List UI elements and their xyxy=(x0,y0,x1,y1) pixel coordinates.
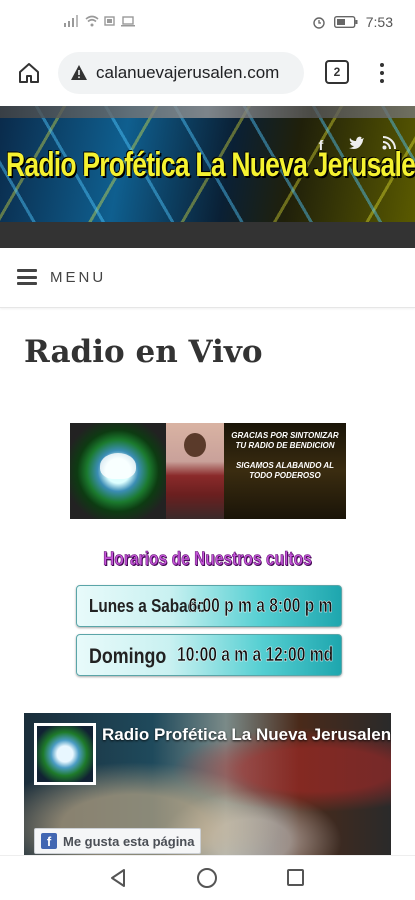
home-button[interactable] xyxy=(14,58,44,88)
facebook-icon: f xyxy=(41,833,57,849)
banner-strip xyxy=(0,106,415,118)
recent-apps-icon[interactable] xyxy=(287,869,304,886)
menu-bar[interactable]: MENU xyxy=(0,248,415,308)
facebook-like-label[interactable]: Me gusta esta página xyxy=(63,834,194,849)
back-icon[interactable] xyxy=(108,868,128,888)
schedule-row: Lunes a Sabado 6:00 p m a 8:00 p m xyxy=(76,585,342,627)
status-time: 7:53 xyxy=(365,14,393,30)
usb-icon xyxy=(104,16,115,26)
more-vert-icon[interactable] xyxy=(372,58,392,88)
home-circle-icon[interactable] xyxy=(197,868,217,888)
hamburger-icon[interactable] xyxy=(17,269,37,285)
facebook-page-avatar[interactable] xyxy=(34,723,96,785)
site-header-banner[interactable]: f Radio Profética La Nueva Jerusalen xyxy=(0,106,415,222)
schedule-title: Horarios de Nuestros cultos xyxy=(103,549,312,571)
battery-icon xyxy=(333,16,358,28)
browser-toolbar: calanuevajerusalen.com 2 xyxy=(0,48,415,100)
schedule-time: 6:00 p m a 8:00 p m xyxy=(189,595,333,618)
schedule-day: Domingo xyxy=(89,645,167,668)
address-bar[interactable]: calanuevajerusalen.com xyxy=(58,52,304,94)
menu-label[interactable]: MENU xyxy=(50,269,106,286)
facebook-like-button[interactable]: f Me gusta esta página xyxy=(34,828,202,854)
radio-promo-image: GRACIAS POR SINTONIZAR TU RADIO DE BENDI… xyxy=(70,423,346,519)
android-nav-bar xyxy=(0,855,415,900)
info-icon[interactable] xyxy=(70,64,88,82)
promo-line-2: SIGAMOS ALABANDO AL TODO PODEROSO xyxy=(235,461,335,480)
url-text[interactable]: calanuevajerusalen.com xyxy=(96,63,279,83)
promo-text: GRACIAS POR SINTONIZAR TU RADIO DE BENDI… xyxy=(224,423,346,519)
tab-switcher-button[interactable]: 2 xyxy=(325,60,349,84)
schedule-time: 10:00 a m a 12:00 md xyxy=(176,644,333,667)
facebook-page-widget[interactable]: Radio Profética La Nueva Jerusalen f Me … xyxy=(24,713,391,855)
wifi-icon xyxy=(85,15,99,27)
status-left xyxy=(64,15,135,27)
home-icon xyxy=(19,63,39,83)
schedule-row: Domingo 10:00 a m a 12:00 md xyxy=(76,634,342,676)
facebook-page-name[interactable]: Radio Profética La Nueva Jerusalen xyxy=(102,725,391,745)
alarm-icon xyxy=(313,17,325,29)
status-bar: 7:53 xyxy=(0,0,415,48)
dove-globe-logo xyxy=(70,423,166,519)
site-title[interactable]: Radio Profética La Nueva Jerusalen xyxy=(6,146,415,185)
status-right: 7:53 xyxy=(312,14,393,30)
page-title: Radio en Vivo xyxy=(24,334,263,370)
laptop-icon xyxy=(121,16,135,27)
promo-line-1: GRACIAS POR SINTONIZAR TU RADIO DE BENDI… xyxy=(231,431,339,450)
pastor-photo xyxy=(166,423,224,519)
dark-nav-strip xyxy=(0,222,415,248)
signal-icon xyxy=(64,15,78,27)
